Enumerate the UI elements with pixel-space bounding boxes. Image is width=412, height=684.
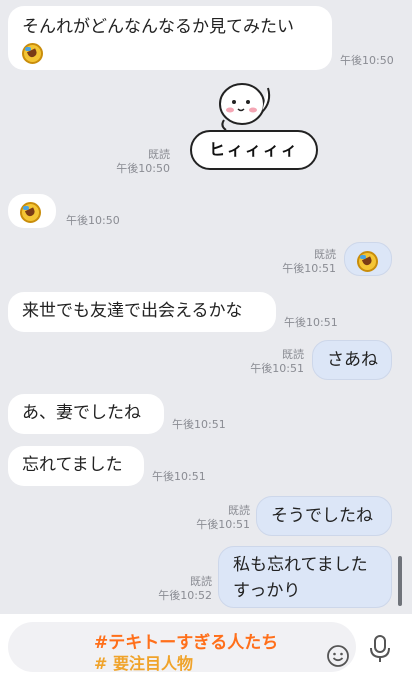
message-bubble-incoming[interactable]: あ、妻でしたね [8,394,164,434]
scrollbar[interactable] [398,556,402,606]
sticker[interactable]: ヒィィィィ [190,82,320,174]
message-bubble-incoming[interactable]: 来世でも友達で出会えるかな [8,292,276,332]
message-bubble-incoming[interactable]: 忘れてました [8,446,144,486]
message-text: すっかり [233,581,301,601]
laughing-emoji-icon [357,250,378,272]
message-text: 忘れてました [22,455,123,475]
message-time: 午後10:51 [152,470,206,483]
laughing-emoji-icon [22,42,43,64]
message-time: 午後10:51 [282,262,336,275]
message-text: 私も忘れてました [233,555,368,575]
message-time: 午後10:52 [158,589,212,602]
read-receipt: 既読 [314,248,336,261]
message-input[interactable]: #テキトーすぎる人たち # 要注目人物 [8,622,356,673]
message-time: 午後10:50 [116,162,170,175]
message-bubble-outgoing[interactable]: 私も忘れてました すっかり [218,546,392,608]
microphone-icon[interactable] [368,634,392,664]
message-time: 午後10:51 [250,362,304,375]
message-time: 午後10:50 [340,54,394,67]
hashtag-overlay: # 要注目人物 [94,654,193,673]
message-bubble-outgoing[interactable]: さあね [312,340,392,380]
message-text: あ、妻でしたね [22,403,141,423]
message-time: 午後10:50 [66,214,120,227]
chat-screen: そんれがどんなんなるか見てみたい 午後10:50 ヒィィィィ 既読 午後10:5… [0,0,412,684]
message-time: 午後10:51 [284,316,338,329]
message-input-bar: #テキトーすぎる人たち # 要注目人物 [0,614,412,684]
read-receipt: 既読 [228,504,250,517]
message-text: 来世でも友達で出会えるかな [22,301,243,321]
message-time: 午後10:51 [172,418,226,431]
message-bubble-outgoing[interactable] [344,242,392,276]
message-time: 午後10:51 [196,518,250,531]
laughing-emoji-icon [20,201,41,223]
read-receipt: 既読 [148,148,170,161]
message-text: さあね [327,350,378,370]
message-bubble-outgoing[interactable]: そうでしたね [256,496,392,536]
smiley-face-icon[interactable] [326,644,350,668]
message-text: そんれがどんなんなるか見てみたい [22,17,294,37]
read-receipt: 既読 [282,348,304,361]
message-text: そうでしたね [271,506,373,526]
read-receipt: 既読 [190,575,212,588]
message-bubble-incoming[interactable]: そんれがどんなんなるか見てみたい [8,6,332,70]
message-bubble-incoming[interactable] [8,194,56,228]
sticker-text: ヒィィィィ [190,130,318,170]
